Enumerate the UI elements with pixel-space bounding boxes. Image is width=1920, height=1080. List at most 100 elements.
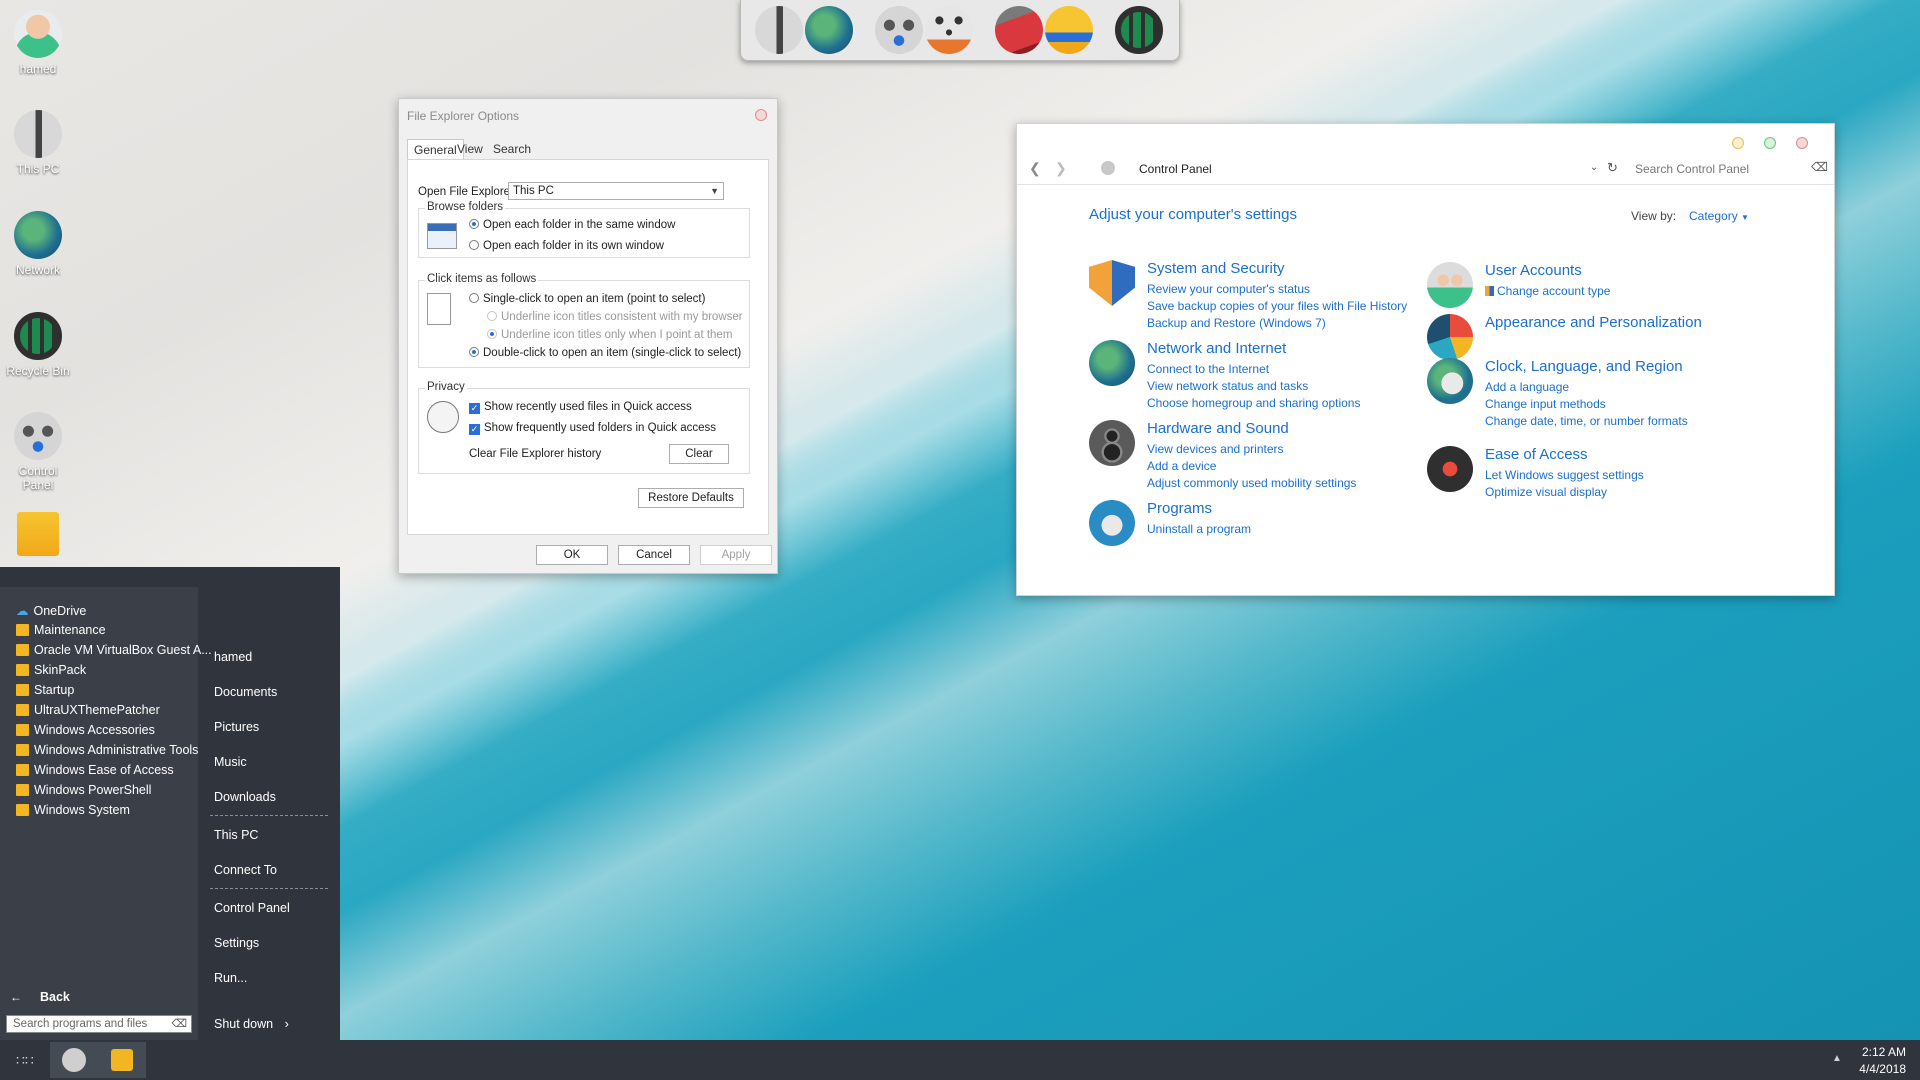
start-program-onedrive[interactable]: ☁ OneDrive bbox=[16, 603, 86, 618]
dice-icon[interactable] bbox=[925, 6, 973, 54]
back-button[interactable]: Back bbox=[40, 990, 70, 1004]
category-link[interactable]: Choose homegroup and sharing options bbox=[1147, 396, 1360, 410]
start-place-settings[interactable]: Settings bbox=[214, 936, 259, 950]
desktop-icon-network[interactable]: Network bbox=[4, 211, 72, 277]
computer-icon[interactable] bbox=[755, 6, 803, 54]
category-link[interactable]: Let Windows suggest settings bbox=[1485, 468, 1644, 482]
computer-icon bbox=[14, 110, 62, 158]
category-title[interactable]: Programs bbox=[1147, 500, 1212, 517]
recycle-bin-icon[interactable] bbox=[1115, 6, 1163, 54]
start-place-downloads[interactable]: Downloads bbox=[214, 790, 276, 804]
category-link[interactable]: View devices and printers bbox=[1147, 442, 1284, 456]
desktop-icon-folder[interactable] bbox=[4, 512, 72, 560]
desktop-icon-this-pc[interactable]: This PC bbox=[4, 110, 72, 176]
category-title[interactable]: Clock, Language, and Region bbox=[1485, 358, 1683, 375]
back-arrow-icon[interactable]: ❮ bbox=[1029, 160, 1041, 177]
minimize-button[interactable] bbox=[1732, 137, 1744, 149]
start-program[interactable]: Windows Accessories bbox=[16, 723, 155, 737]
clear-search-icon[interactable]: ⌫ bbox=[1811, 160, 1828, 174]
start-program[interactable]: SkinPack bbox=[16, 663, 86, 677]
category-link[interactable]: Add a device bbox=[1147, 459, 1216, 473]
start-program[interactable]: Windows PowerShell bbox=[16, 783, 151, 797]
category-link[interactable]: Change date, time, or number formats bbox=[1485, 414, 1688, 428]
start-grid-icon[interactable]: ∷∷ bbox=[16, 1052, 34, 1069]
ok-button[interactable]: OK bbox=[536, 545, 608, 565]
start-place-user[interactable]: hamed bbox=[214, 650, 252, 664]
category-link[interactable]: Connect to the Internet bbox=[1147, 362, 1269, 376]
option-underline-point[interactable]: Underline icon titles only when I point … bbox=[487, 329, 732, 341]
category-link[interactable]: Backup and Restore (Windows 7) bbox=[1147, 316, 1326, 330]
desktop-icon-control-panel[interactable]: Control Panel bbox=[4, 412, 72, 492]
option-single-click[interactable]: Single-click to open an item (point to s… bbox=[469, 293, 705, 305]
option-underline-browser[interactable]: Underline icon titles consistent with my… bbox=[487, 311, 743, 323]
category-title[interactable]: Hardware and Sound bbox=[1147, 420, 1289, 437]
refresh-icon[interactable]: ↻ bbox=[1607, 160, 1618, 176]
close-button[interactable] bbox=[755, 109, 767, 121]
category-title[interactable]: System and Security bbox=[1147, 260, 1285, 277]
dialog-title: File Explorer Options bbox=[407, 109, 520, 123]
cancel-button[interactable]: Cancel bbox=[618, 545, 690, 565]
clear-button[interactable]: Clear bbox=[669, 444, 729, 464]
category-link[interactable]: Change input methods bbox=[1485, 397, 1606, 411]
folder-icon[interactable] bbox=[1045, 6, 1093, 54]
category-link[interactable]: Adjust commonly used mobility settings bbox=[1147, 476, 1356, 490]
start-program[interactable]: Windows System bbox=[16, 803, 130, 817]
forward-arrow-icon[interactable]: ❯ bbox=[1055, 160, 1067, 177]
start-place-run[interactable]: Run... bbox=[214, 971, 247, 985]
toolbox-icon[interactable] bbox=[995, 6, 1043, 54]
category-link[interactable]: Change account type bbox=[1485, 284, 1610, 298]
category-title[interactable]: Ease of Access bbox=[1485, 446, 1588, 463]
clear-search-icon[interactable]: ⌫ bbox=[171, 1016, 187, 1032]
tray-chevron-up-icon[interactable]: ▲ bbox=[1832, 1053, 1842, 1064]
category-link[interactable]: Save backup copies of your files with Fi… bbox=[1147, 299, 1407, 313]
start-place-documents[interactable]: Documents bbox=[214, 685, 277, 699]
checkbox-frequent-folders[interactable]: ✓ Show frequently used folders in Quick a… bbox=[469, 422, 716, 435]
start-place-control-panel[interactable]: Control Panel bbox=[214, 901, 290, 915]
close-button[interactable] bbox=[1796, 137, 1808, 149]
taskbar-item-file-explorer[interactable] bbox=[98, 1042, 146, 1078]
checkbox-recent-files[interactable]: ✓ Show recently used files in Quick acces… bbox=[469, 401, 692, 414]
start-program[interactable]: UltraUXThemePatcher bbox=[16, 703, 160, 717]
restore-defaults-button[interactable]: Restore Defaults bbox=[638, 488, 744, 508]
start-place-pictures[interactable]: Pictures bbox=[214, 720, 259, 734]
option-same-window[interactable]: Open each folder in the same window bbox=[469, 219, 675, 231]
start-program[interactable]: Windows Administrative Tools bbox=[16, 743, 198, 757]
shutdown-button[interactable]: Shut down › bbox=[214, 1017, 289, 1031]
category-title[interactable]: Network and Internet bbox=[1147, 340, 1286, 357]
open-explorer-select[interactable]: This PC ▼ bbox=[508, 182, 724, 200]
option-own-window[interactable]: Open each folder in its own window bbox=[469, 240, 664, 252]
search-input[interactable]: Search Control Panel bbox=[1635, 162, 1749, 176]
globe-icon[interactable] bbox=[805, 6, 853, 54]
category-title[interactable]: User Accounts bbox=[1485, 262, 1582, 279]
clear-history-label: Clear File Explorer history bbox=[469, 448, 602, 460]
start-program[interactable]: Windows Ease of Access bbox=[16, 763, 174, 777]
option-double-click[interactable]: Double-click to open an item (single-cli… bbox=[469, 347, 741, 359]
folder-icon bbox=[16, 664, 29, 676]
maximize-button[interactable] bbox=[1764, 137, 1776, 149]
taskbar-item-control-panel[interactable] bbox=[50, 1042, 98, 1078]
view-by-select[interactable]: Category ▼ bbox=[1689, 209, 1749, 223]
start-place-connect-to[interactable]: Connect To bbox=[214, 863, 277, 877]
breadcrumb[interactable]: Control Panel bbox=[1139, 162, 1212, 176]
clock-time[interactable]: 2:12 AM bbox=[1858, 1045, 1906, 1059]
chevron-down-icon[interactable]: ⌄ bbox=[1590, 162, 1598, 173]
start-program[interactable]: Maintenance bbox=[16, 623, 106, 637]
start-place-this-pc[interactable]: This PC bbox=[214, 828, 258, 842]
start-place-music[interactable]: Music bbox=[214, 755, 247, 769]
category-title[interactable]: Appearance and Personalization bbox=[1485, 314, 1702, 331]
category-link[interactable]: Add a language bbox=[1485, 380, 1569, 394]
desktop-icon-recycle-bin[interactable]: Recycle Bin bbox=[4, 312, 72, 378]
start-program[interactable]: Oracle VM VirtualBox Guest A... bbox=[16, 643, 212, 657]
tab-search[interactable]: Search bbox=[487, 139, 537, 159]
start-program[interactable]: Startup bbox=[16, 683, 74, 697]
control-panel-icon[interactable] bbox=[875, 6, 923, 54]
desktop-icon-hamed[interactable]: hamed bbox=[4, 10, 72, 76]
category-link[interactable]: Review your computer's status bbox=[1147, 282, 1310, 296]
start-search-input[interactable]: Search programs and files ⌫ bbox=[6, 1015, 192, 1033]
category-link[interactable]: Uninstall a program bbox=[1147, 522, 1251, 536]
apply-button[interactable]: Apply bbox=[700, 545, 772, 565]
clock-date[interactable]: 4/4/2018 bbox=[1850, 1062, 1906, 1076]
category-link[interactable]: Optimize visual display bbox=[1485, 485, 1607, 499]
category-link[interactable]: View network status and tasks bbox=[1147, 379, 1308, 393]
tab-view[interactable]: View bbox=[451, 139, 489, 159]
